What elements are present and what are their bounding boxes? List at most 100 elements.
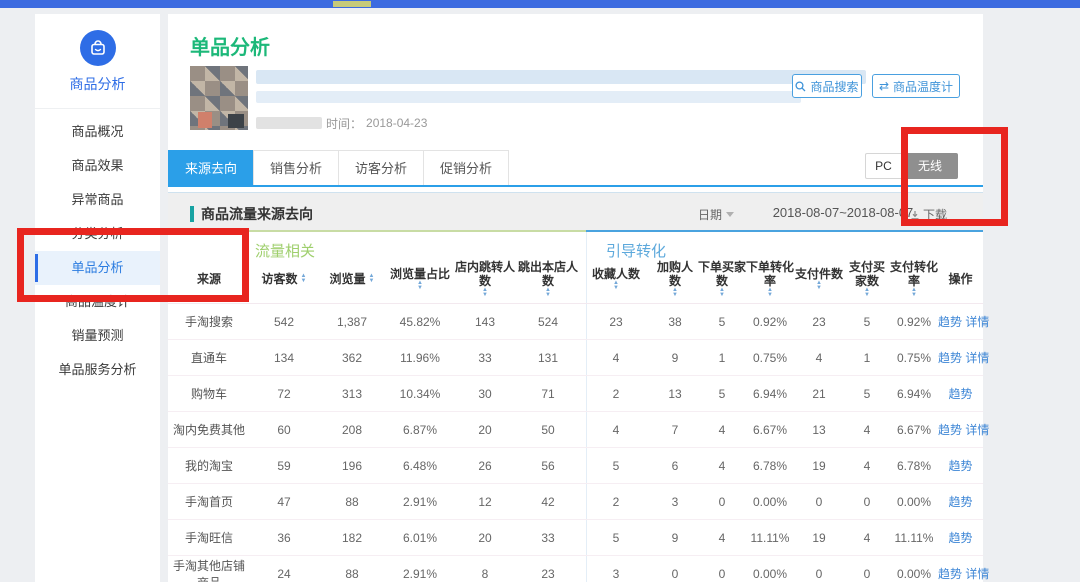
table-row-手淘搜索: 手淘搜索5421,38745.82%143524233850.92%2350.9… — [168, 304, 983, 340]
trend-link[interactable]: 趋势 — [948, 495, 972, 509]
trend-link[interactable]: 趋势 — [948, 387, 972, 401]
cell-actions: 趋势 — [938, 457, 983, 474]
col-header-收藏人数[interactable]: 收藏人数▲▼ — [580, 267, 652, 291]
cell-value: 0 — [698, 495, 746, 509]
col-header-支付转化率[interactable]: 支付转化率▲▼ — [890, 260, 938, 298]
cell-value: 6.94% — [746, 387, 794, 401]
product-search-label: 商品搜索 — [810, 78, 858, 95]
tab-销售分析[interactable]: 销售分析 — [253, 150, 338, 186]
analysis-tabs: 来源去向销售分析访客分析促销分析 — [168, 150, 509, 186]
cell-value: 6.94% — [890, 387, 938, 401]
product-search-button[interactable]: 商品搜索 — [792, 74, 862, 98]
cell-value: 59 — [250, 459, 318, 473]
cell-actions: 趋势 详情 — [938, 313, 983, 330]
trend-link[interactable]: 趋势 — [938, 567, 962, 581]
col-header-跳出本店人数[interactable]: 跳出本店人数▲▼ — [516, 260, 580, 298]
sort-icon[interactable]: ▲▼ — [301, 274, 307, 284]
col-header-下单买家数[interactable]: 下单买家数▲▼ — [698, 260, 746, 298]
cell-value: 0.00% — [890, 567, 938, 581]
sort-icon[interactable]: ▲▼ — [816, 281, 822, 291]
tab-促销分析[interactable]: 促销分析 — [423, 150, 509, 186]
cell-value: 2 — [580, 495, 652, 509]
col-header-下单转化率[interactable]: 下单转化率▲▼ — [746, 260, 794, 298]
main-panel: 单品分析 时间： 2018-04-23 商品搜索 ⇄ 商品温度计 — [168, 14, 983, 582]
publish-time-label: 时间： — [326, 115, 362, 132]
cell-value: 10.34% — [386, 387, 454, 401]
cell-value: 0 — [794, 495, 844, 509]
cell-value: 5 — [698, 315, 746, 329]
trend-link[interactable]: 趋势 — [948, 531, 972, 545]
cell-value: 88 — [318, 567, 386, 581]
sort-icon[interactable]: ▲▼ — [911, 288, 917, 298]
trend-link[interactable]: 趋势 — [948, 459, 972, 473]
cell-value: 50 — [516, 423, 580, 437]
col-header-浏览量占比[interactable]: 浏览量占比▲▼ — [386, 267, 454, 291]
cell-value: 38 — [652, 315, 698, 329]
cell-actions: 趋势 详情 — [938, 349, 983, 366]
cell-source: 购物车 — [168, 385, 250, 402]
cell-value: 42 — [516, 495, 580, 509]
sort-icon[interactable]: ▲▼ — [369, 274, 375, 284]
cell-value: 182 — [318, 531, 386, 545]
sort-icon[interactable]: ▲▼ — [613, 281, 619, 291]
cell-value: 4 — [844, 423, 890, 437]
cell-value: 6.48% — [386, 459, 454, 473]
col-header-支付买家数[interactable]: 支付买家数▲▼ — [844, 260, 890, 298]
cell-value: 0 — [844, 567, 890, 581]
sidebar-item-商品概况[interactable]: 商品概况 — [35, 115, 160, 149]
col-header-支付件数[interactable]: 支付件数▲▼ — [794, 267, 844, 291]
cell-value: 524 — [516, 315, 580, 329]
sort-icon[interactable]: ▲▼ — [672, 288, 678, 298]
app-logo: 商品分析 — [35, 14, 160, 109]
table-body: 手淘搜索5421,38745.82%143524233850.92%2350.9… — [168, 304, 983, 582]
cell-actions: 趋势 — [938, 385, 983, 402]
cell-value: 4 — [698, 459, 746, 473]
product-thermometer-button[interactable]: ⇄ 商品温度计 — [872, 74, 960, 98]
cell-value: 0.00% — [746, 567, 794, 581]
trend-link[interactable]: 趋势 — [938, 315, 962, 329]
sidebar-item-异常商品[interactable]: 异常商品 — [35, 183, 160, 217]
sort-icon[interactable]: ▲▼ — [719, 288, 725, 298]
sort-icon[interactable]: ▲▼ — [417, 281, 423, 291]
cell-value: 5 — [580, 531, 652, 545]
cell-value: 47 — [250, 495, 318, 509]
sort-icon[interactable]: ▲▼ — [545, 288, 551, 298]
cell-value: 4 — [844, 531, 890, 545]
col-header-浏览量[interactable]: 浏览量▲▼ — [318, 272, 386, 286]
trend-link[interactable]: 趋势 — [938, 351, 962, 365]
detail-link[interactable]: 详情 — [965, 351, 989, 365]
product-subtitle-redacted — [256, 91, 801, 103]
cell-value: 71 — [516, 387, 580, 401]
cell-source: 淘内免费其他 — [168, 421, 250, 438]
detail-link[interactable]: 详情 — [965, 315, 989, 329]
cell-actions: 趋势 — [938, 529, 983, 546]
col-header-店内跳转人数[interactable]: 店内跳转人数▲▼ — [454, 260, 516, 298]
cell-value: 23 — [516, 567, 580, 581]
tab-来源去向[interactable]: 来源去向 — [168, 150, 253, 186]
sidebar-item-销量预测[interactable]: 销量预测 — [35, 319, 160, 353]
cell-value: 23 — [794, 315, 844, 329]
cell-value: 6.78% — [890, 459, 938, 473]
date-dropdown[interactable]: 日期 — [698, 206, 734, 223]
trend-link[interactable]: 趋势 — [938, 423, 962, 437]
cell-value: 2.91% — [386, 495, 454, 509]
product-meta: 时间： 2018-04-23 — [256, 116, 427, 130]
toggle-pc-button[interactable]: PC — [865, 153, 902, 179]
date-range-picker[interactable]: 2018-08-07~2018-08-07 — [763, 205, 923, 220]
cell-value: 3 — [652, 495, 698, 509]
exchange-icon: ⇄ — [879, 80, 889, 92]
table-row-手淘旺信: 手淘旺信361826.01%203359411.11%19411.11%趋势 — [168, 520, 983, 556]
sidebar-item-商品效果[interactable]: 商品效果 — [35, 149, 160, 183]
sort-icon[interactable]: ▲▼ — [482, 288, 488, 298]
detail-link[interactable]: 详情 — [965, 423, 989, 437]
sort-icon[interactable]: ▲▼ — [767, 288, 773, 298]
cell-value: 4 — [698, 531, 746, 545]
sidebar-item-单品服务分析[interactable]: 单品服务分析 — [35, 353, 160, 387]
col-header-访客数[interactable]: 访客数▲▼ — [250, 272, 318, 286]
thumbnail-detail — [228, 114, 244, 128]
sort-icon[interactable]: ▲▼ — [864, 288, 870, 298]
table-header-row: 来源访客数▲▼浏览量▲▼浏览量占比▲▼店内跳转人数▲▼跳出本店人数▲▼收藏人数▲… — [168, 258, 983, 304]
tab-访客分析[interactable]: 访客分析 — [338, 150, 423, 186]
col-header-加购人数[interactable]: 加购人数▲▼ — [652, 260, 698, 298]
detail-link[interactable]: 详情 — [965, 567, 989, 581]
